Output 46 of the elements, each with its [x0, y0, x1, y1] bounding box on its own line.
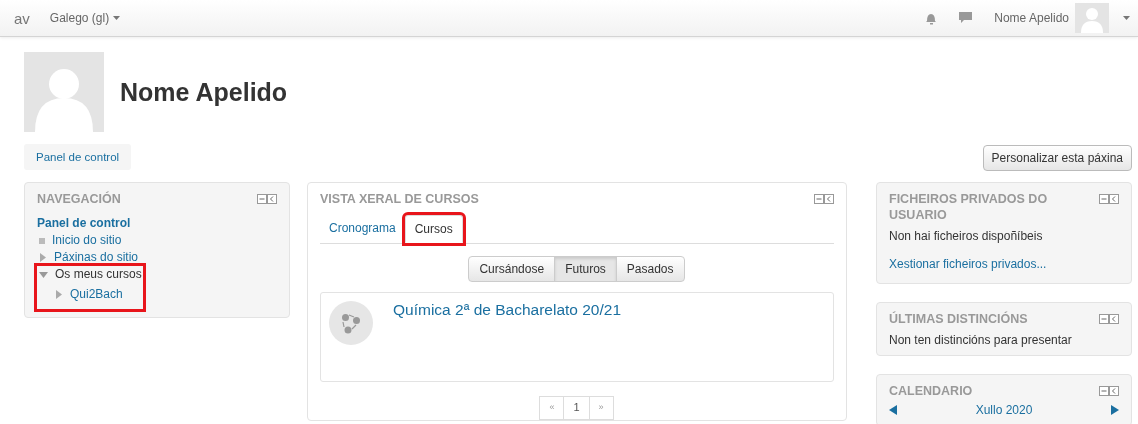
nav-item[interactable]: Páxinas do sitio	[54, 249, 139, 266]
pagination-link[interactable]: »	[588, 396, 614, 420]
pagination-link[interactable]: «	[539, 396, 565, 420]
breadcrumb-link[interactable]: Panel de control	[24, 144, 132, 170]
chat-icon[interactable]	[959, 12, 973, 24]
tab[interactable]: Cursos	[404, 215, 463, 243]
nav-link[interactable]: Inicio do sitio	[52, 232, 122, 249]
nav-item[interactable]: Os meus cursos	[55, 266, 142, 283]
empty-message: Non hai ficheiros dispoñíbeis	[889, 229, 1044, 243]
next-month-icon[interactable]	[1111, 405, 1119, 415]
nav-item[interactable]: Qui2Bach	[70, 286, 123, 303]
month-link[interactable]: Xullo 2020	[975, 403, 1033, 417]
nav-root-link[interactable]: Panel de control	[37, 216, 277, 230]
bell-icon[interactable]	[925, 11, 938, 25]
block-controls-icon[interactable]	[1099, 194, 1119, 204]
block-title: VISTA XERAL DE CURSOS	[320, 191, 479, 207]
tab[interactable]: Cronograma	[320, 215, 405, 243]
block-controls-icon[interactable]	[814, 194, 834, 204]
expanded-triangle-icon[interactable]	[39, 270, 48, 279]
block-controls-icon[interactable]	[1099, 386, 1119, 396]
user-name[interactable]: Nome Apelido	[994, 11, 1069, 25]
pagination-link[interactable]: 1	[563, 396, 590, 420]
empty-message: Non ten distincións para presentar	[889, 333, 1073, 347]
filter-button[interactable]: Futuros	[554, 256, 617, 282]
site-logo[interactable]: av	[14, 9, 30, 27]
collapsed-triangle-icon[interactable]	[39, 253, 47, 262]
previous-month-icon[interactable]	[889, 405, 897, 415]
avatar-icon	[24, 52, 104, 132]
caret-icon[interactable]	[1123, 16, 1130, 20]
block-title: FICHEIROS PRIVADOS DO USUARIO	[889, 191, 1049, 223]
block-title: CALENDARIO	[889, 383, 973, 399]
language-menu[interactable]: Galego (gl)	[49, 11, 110, 25]
filter-button[interactable]: Cursándose	[468, 256, 556, 282]
manage-files-link[interactable]: Xestionar ficheiros privados...	[889, 257, 1119, 271]
customize-page-button[interactable]: Personalizar esta páxina	[982, 145, 1132, 171]
profile-name: Nome Apelido	[120, 77, 288, 107]
block-title: ÚLTIMAS DISTINCIÓNS	[889, 311, 1028, 327]
block-controls-icon[interactable]	[1099, 314, 1119, 324]
collapsed-triangle-icon[interactable]	[55, 290, 63, 299]
bullet-icon	[39, 237, 45, 244]
caret-icon[interactable]	[113, 16, 121, 20]
filter-button[interactable]: Pasados	[615, 256, 685, 282]
block-title: NAVEGACIÓN	[37, 191, 121, 207]
block-controls-icon[interactable]	[257, 194, 277, 204]
course-title-link[interactable]: Química 2ª de Bacharelato 20/21	[393, 301, 622, 319]
course-icon	[329, 301, 373, 345]
